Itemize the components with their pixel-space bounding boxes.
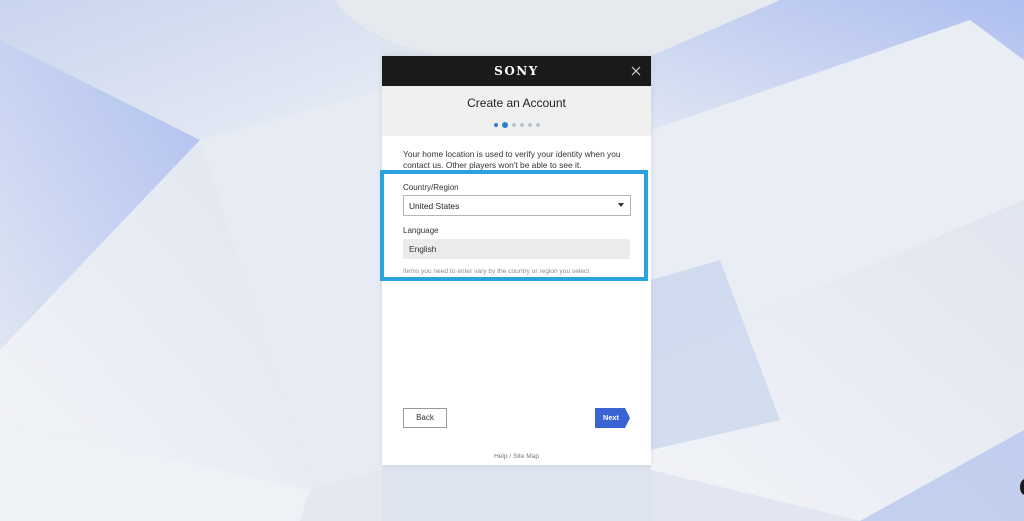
language-value: English xyxy=(409,244,437,254)
country-select-value: United States xyxy=(409,201,460,211)
step-dot-5 xyxy=(527,123,532,127)
dialog-header: Create an Account xyxy=(382,86,651,136)
back-button[interactable]: Back xyxy=(403,408,447,428)
step-indicator xyxy=(382,121,651,129)
step-dot-2 xyxy=(501,122,508,128)
dialog-topbar: SONY xyxy=(382,56,651,86)
language-label: Language xyxy=(403,226,439,235)
next-button[interactable]: Next xyxy=(595,408,630,428)
page-title: Create an Account xyxy=(467,96,566,110)
help-site-map-link[interactable]: Help / Site Map xyxy=(382,453,651,460)
step-dot-3 xyxy=(511,123,516,127)
chevron-down-icon xyxy=(618,203,624,207)
close-icon[interactable] xyxy=(629,64,643,78)
sony-logo: SONY xyxy=(494,64,539,78)
intro-text: Your home location is used to verify you… xyxy=(403,149,621,170)
step-dot-6 xyxy=(535,123,540,127)
create-account-dialog: SONY Create an Account Your home locatio… xyxy=(380,56,651,465)
edge-circle xyxy=(1020,479,1024,495)
country-select[interactable]: United States xyxy=(403,195,631,216)
language-field: English xyxy=(403,239,630,259)
next-button-label: Next xyxy=(602,413,620,422)
country-label: Country/Region xyxy=(403,183,459,192)
step-dot-4 xyxy=(519,123,524,127)
step-dot-1 xyxy=(493,123,498,127)
hint-text: Items you need to enter vary by the coun… xyxy=(403,268,590,275)
